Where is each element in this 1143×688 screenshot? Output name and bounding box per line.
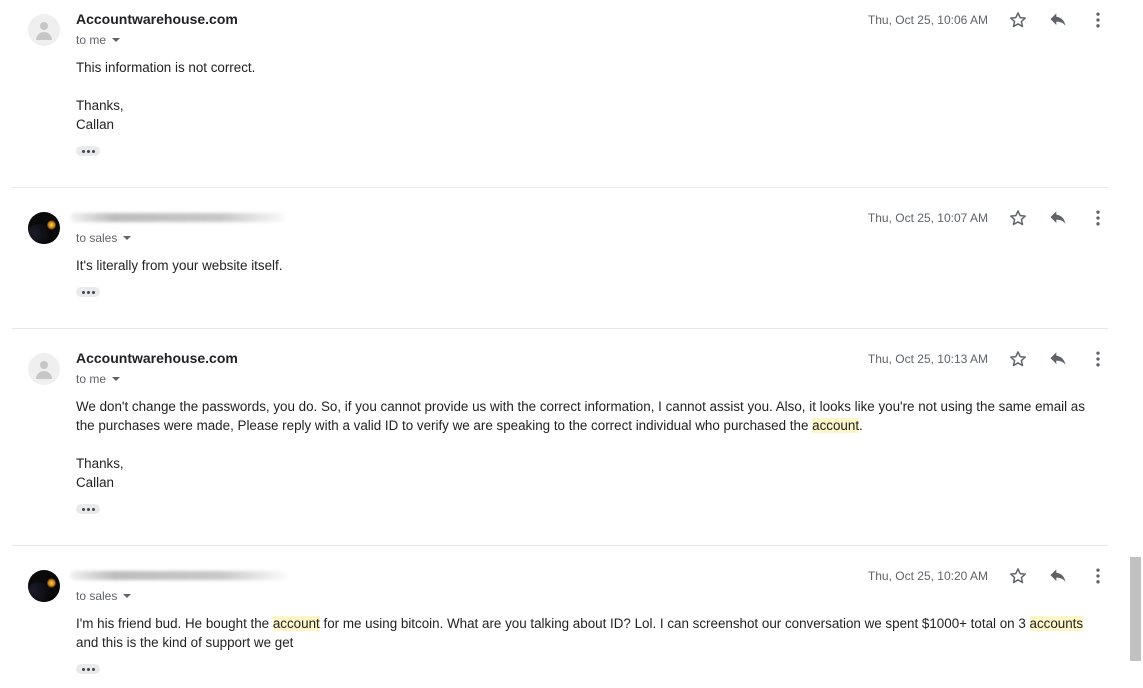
- body-paragraph: I'm his friend bud. He bought the accoun…: [76, 614, 1096, 652]
- body-line: Thanks,: [76, 98, 124, 113]
- show-trimmed-content-icon[interactable]: [76, 504, 100, 514]
- body-text-segment: I'm his friend bud. He bought the: [76, 616, 273, 631]
- star-icon[interactable]: [1008, 566, 1028, 586]
- search-highlight: account: [272, 616, 320, 631]
- body-text-segment: and this is the kind of support we get: [76, 635, 294, 650]
- recipient-label: to sales: [76, 231, 118, 245]
- avatar-default-icon: [28, 353, 60, 385]
- show-trimmed-content-icon[interactable]: [76, 664, 100, 674]
- more-vertical-icon[interactable]: [1088, 349, 1108, 369]
- recipient-label: to sales: [76, 589, 118, 603]
- avatar-image: [28, 570, 60, 602]
- body-text-segment: We don't change the passwords, you do. S…: [76, 399, 1085, 433]
- chevron-down-icon: [112, 38, 121, 42]
- body-line: This information is not correct.: [76, 60, 256, 75]
- star-icon[interactable]: [1008, 10, 1028, 30]
- more-vertical-icon[interactable]: [1088, 10, 1108, 30]
- chevron-down-icon: [123, 236, 132, 240]
- message-body: I'm his friend bud. He bought the accoun…: [76, 614, 1096, 652]
- show-trimmed-content-icon[interactable]: [76, 146, 100, 156]
- redacted-sender-name: [70, 213, 286, 222]
- recipient-label: to me: [76, 372, 107, 386]
- reply-icon[interactable]: [1048, 208, 1068, 228]
- message-date: Thu, Oct 25, 10:07 AM: [867, 211, 988, 225]
- message-date: Thu, Oct 25, 10:13 AM: [867, 352, 988, 366]
- redacted-sender-name: [70, 571, 286, 580]
- recipient-details-toggle[interactable]: to sales: [76, 231, 132, 245]
- body-text-segment: .: [859, 418, 863, 433]
- search-highlight: accounts: [1029, 616, 1084, 631]
- body-line: It's literally from your website itself.: [76, 258, 283, 273]
- chevron-down-icon: [123, 594, 132, 598]
- message-body: This information is not correct. Thanks,…: [76, 58, 1096, 134]
- reply-icon[interactable]: [1048, 10, 1068, 30]
- show-trimmed-content-icon[interactable]: [76, 287, 100, 297]
- sender-name[interactable]: Accountwarehouse.com: [76, 350, 238, 366]
- recipient-details-toggle[interactable]: to me: [76, 372, 121, 386]
- recipient-label: to me: [76, 33, 107, 47]
- body-line: Callan: [76, 117, 114, 132]
- reply-icon[interactable]: [1048, 566, 1068, 586]
- reply-icon[interactable]: [1048, 349, 1068, 369]
- body-line: Thanks,: [76, 456, 124, 471]
- message-date: Thu, Oct 25, 10:20 AM: [867, 569, 988, 583]
- more-vertical-icon[interactable]: [1088, 208, 1108, 228]
- body-paragraph: We don't change the passwords, you do. S…: [76, 397, 1096, 435]
- chevron-down-icon: [112, 377, 121, 381]
- message-body: We don't change the passwords, you do. S…: [76, 397, 1096, 492]
- star-icon[interactable]: [1008, 208, 1028, 228]
- star-icon[interactable]: [1008, 349, 1028, 369]
- body-line: Callan: [76, 475, 114, 490]
- body-text-segment: for me using bitcoin. What are you talki…: [319, 616, 1030, 631]
- sender-name[interactable]: Accountwarehouse.com: [76, 11, 238, 27]
- avatar-image: [28, 212, 60, 244]
- scrollbar-thumb[interactable]: [1130, 557, 1141, 661]
- message-1: Accountwarehouse.com to me Thu, Oct 25, …: [12, 0, 1108, 186]
- message-body: It's literally from your website itself.: [76, 256, 1096, 275]
- message-4: to sales Thu, Oct 25, 10:20 AM I'm his f…: [12, 546, 1108, 688]
- message-date: Thu, Oct 25, 10:06 AM: [867, 13, 988, 27]
- more-vertical-icon[interactable]: [1088, 566, 1108, 586]
- message-2: to sales Thu, Oct 25, 10:07 AM It's lite…: [12, 188, 1108, 328]
- search-highlight: account: [812, 418, 860, 433]
- email-thread: Accountwarehouse.com to me Thu, Oct 25, …: [0, 0, 1128, 688]
- recipient-details-toggle[interactable]: to me: [76, 33, 121, 47]
- message-3: Accountwarehouse.com to me Thu, Oct 25, …: [12, 329, 1108, 545]
- avatar-default-icon: [28, 14, 60, 46]
- recipient-details-toggle[interactable]: to sales: [76, 589, 132, 603]
